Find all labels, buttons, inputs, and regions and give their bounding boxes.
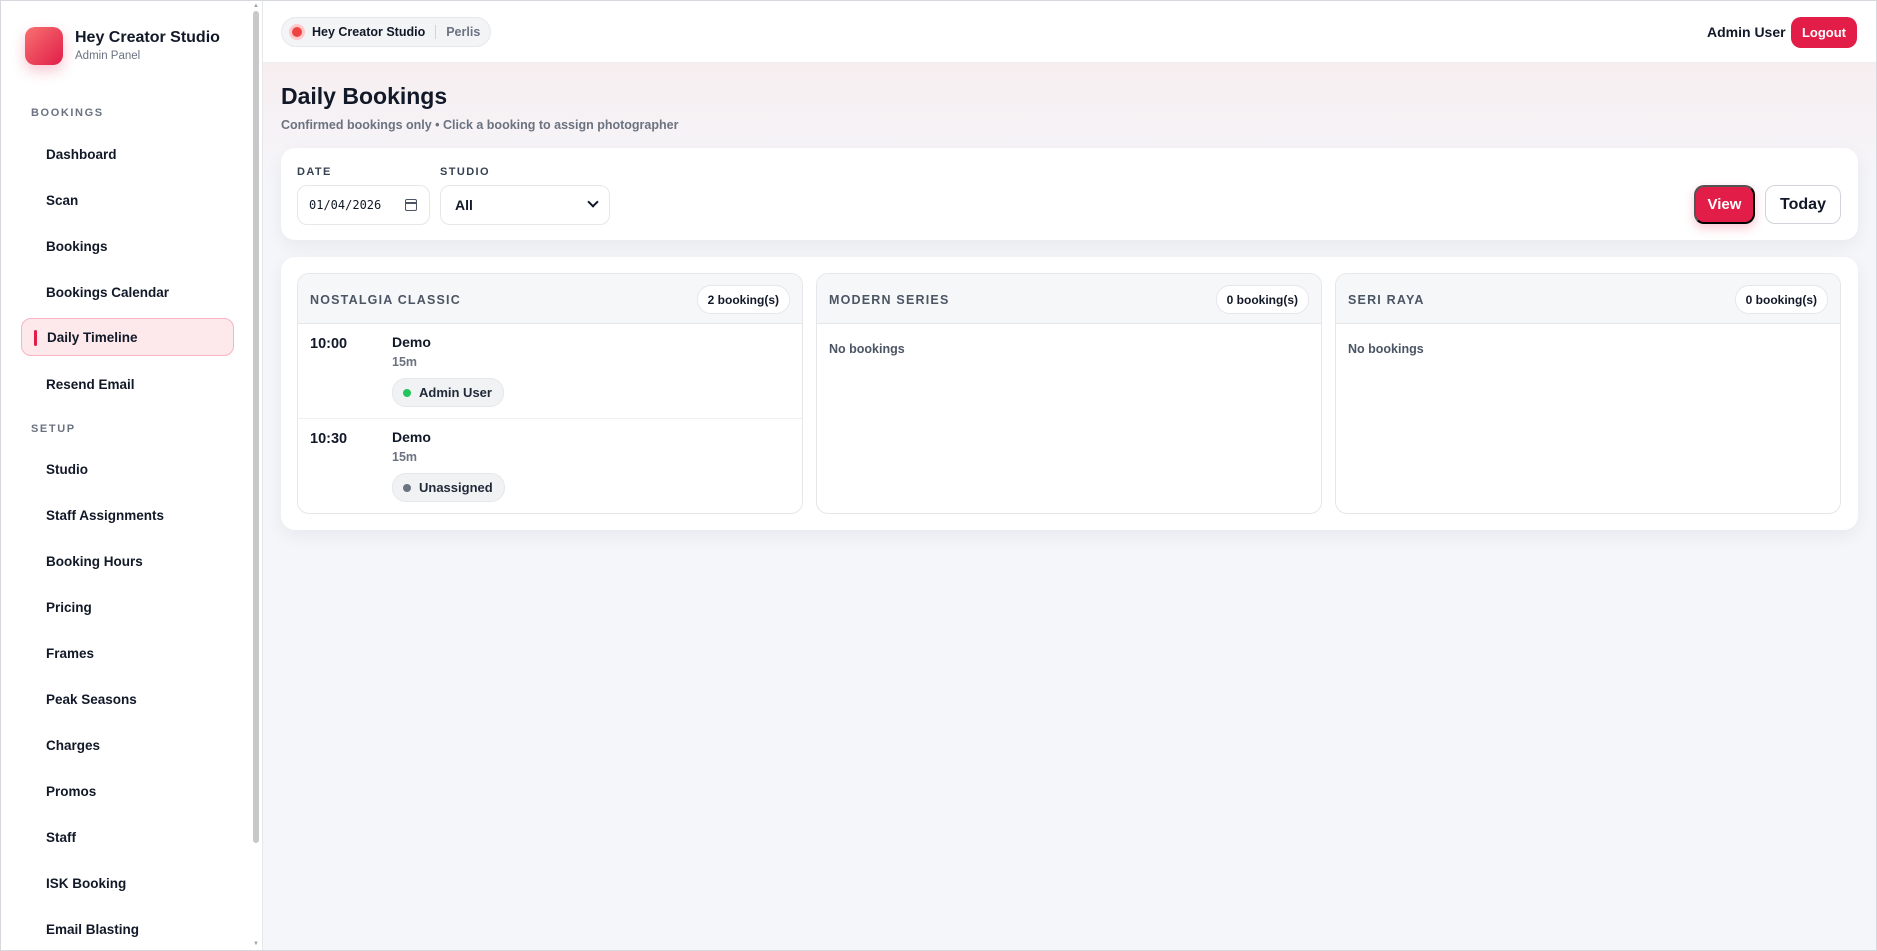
page-title: Daily Bookings — [281, 83, 448, 109]
brand-subtitle: Admin Panel — [75, 50, 141, 62]
scroll-up-arrow-icon[interactable]: ▲ — [253, 3, 259, 9]
column-title: SERI RAYA — [1348, 293, 1425, 307]
empty-state-text: No bookings — [829, 342, 905, 356]
sidebar-item-frames[interactable]: Frames — [21, 634, 234, 672]
sidebar-item-staff[interactable]: Staff — [21, 818, 234, 856]
section-label-setup: SETUP — [31, 423, 76, 435]
divider — [435, 25, 437, 39]
column-header: SERI RAYA 0 booking(s) — [1336, 274, 1840, 324]
booking-item[interactable]: 10:30 Demo 15m Unassigned — [298, 419, 802, 513]
booking-duration: 15m — [392, 355, 418, 369]
booking-item[interactable]: 10:00 Demo 15m Admin User — [298, 324, 802, 419]
date-input[interactable]: 01/04/2026 — [297, 185, 430, 225]
column-title: MODERN SERIES — [829, 293, 950, 307]
bookings-board: NOSTALGIA CLASSIC 2 booking(s) 10:00 Dem… — [281, 257, 1858, 530]
sidebar-item-resend-email[interactable]: Resend Email — [21, 365, 234, 403]
date-value: 01/04/2026 — [309, 198, 382, 212]
booking-duration: 15m — [392, 450, 418, 464]
assigned-status-dot-icon — [403, 388, 411, 397]
column-header: MODERN SERIES 0 booking(s) — [817, 274, 1321, 324]
booking-name: Demo — [392, 429, 431, 445]
user-name: Admin User — [1707, 24, 1786, 40]
sidebar-item-peak-seasons[interactable]: Peak Seasons — [21, 680, 234, 718]
logout-button[interactable]: Logout — [1791, 17, 1857, 48]
status-dot-icon — [292, 27, 302, 37]
sidebar-item-bookings[interactable]: Bookings — [21, 227, 234, 265]
booking-time: 10:30 — [310, 431, 348, 447]
assignee-name: Admin User — [419, 385, 492, 400]
main-content: Hey Creator Studio Perlis Admin User Log… — [263, 1, 1876, 950]
sidebar-item-staff-assignments[interactable]: Staff Assignments — [21, 496, 234, 534]
studio-name: Hey Creator Studio — [312, 25, 426, 39]
sidebar-item-charges[interactable]: Charges — [21, 726, 234, 764]
scroll-down-arrow-icon[interactable]: ▼ — [253, 941, 259, 947]
section-label-bookings: BOOKINGS — [31, 107, 104, 119]
chevron-down-icon — [587, 196, 599, 208]
studio-column: SERI RAYA 0 booking(s) No bookings — [1335, 273, 1841, 514]
brand-title: Hey Creator Studio — [75, 29, 220, 46]
sidebar-item-daily-timeline[interactable]: Daily Timeline — [21, 318, 234, 356]
assignee-name: Unassigned — [419, 480, 493, 495]
studio-select-value: All — [455, 197, 473, 213]
sidebar-item-email-blasting[interactable]: Email Blasting — [21, 910, 234, 948]
studio-column: NOSTALGIA CLASSIC 2 booking(s) 10:00 Dem… — [297, 273, 803, 514]
studio-label: STUDIO — [440, 166, 490, 178]
studio-switcher[interactable]: Hey Creator Studio Perlis — [281, 17, 492, 47]
sidebar-item-booking-hours[interactable]: Booking Hours — [21, 542, 234, 580]
sidebar-item-dashboard[interactable]: Dashboard — [21, 135, 234, 173]
assignee-pill[interactable]: Unassigned — [392, 473, 505, 502]
sidebar-item-scan[interactable]: Scan — [21, 181, 234, 219]
filter-card: DATE 01/04/2026 STUDIO All View Today — [281, 148, 1858, 240]
booking-count-badge: 0 booking(s) — [1215, 285, 1309, 314]
studio-select[interactable]: All — [440, 185, 610, 225]
unassigned-status-dot-icon — [403, 483, 411, 492]
calendar-icon[interactable] — [405, 199, 417, 211]
sidebar-item-pricing[interactable]: Pricing — [21, 588, 234, 626]
sidebar-item-bookings-calendar[interactable]: Bookings Calendar — [21, 273, 234, 311]
sidebar-item-isk-booking[interactable]: ISK Booking — [21, 864, 234, 902]
assignee-pill[interactable]: Admin User — [392, 378, 504, 407]
topbar: Hey Creator Studio Perlis Admin User Log… — [263, 1, 1876, 63]
booking-time: 10:00 — [310, 336, 348, 352]
sidebar-scrollbar[interactable] — [253, 11, 259, 843]
booking-name: Demo — [392, 334, 431, 350]
booking-count-badge: 2 booking(s) — [696, 285, 790, 314]
sidebar-item-studio[interactable]: Studio — [21, 450, 234, 488]
page-subtitle: Confirmed bookings only • Click a bookin… — [281, 118, 679, 132]
empty-state-text: No bookings — [1348, 342, 1424, 356]
sidebar-item-promos[interactable]: Promos — [21, 772, 234, 810]
app-window: Hey Creator Studio Admin Panel BOOKINGS … — [0, 0, 1877, 951]
view-button[interactable]: View — [1694, 185, 1755, 224]
booking-count-badge: 0 booking(s) — [1734, 285, 1828, 314]
brand-logo — [25, 27, 63, 65]
studio-column: MODERN SERIES 0 booking(s) No bookings — [816, 273, 1322, 514]
brand[interactable]: Hey Creator Studio Admin Panel — [25, 27, 220, 65]
column-header: NOSTALGIA CLASSIC 2 booking(s) — [298, 274, 802, 324]
today-button[interactable]: Today — [1765, 185, 1841, 224]
sidebar: Hey Creator Studio Admin Panel BOOKINGS … — [1, 1, 263, 950]
column-title: NOSTALGIA CLASSIC — [310, 293, 461, 307]
studio-location: Perlis — [446, 25, 481, 39]
date-label: DATE — [297, 166, 332, 178]
